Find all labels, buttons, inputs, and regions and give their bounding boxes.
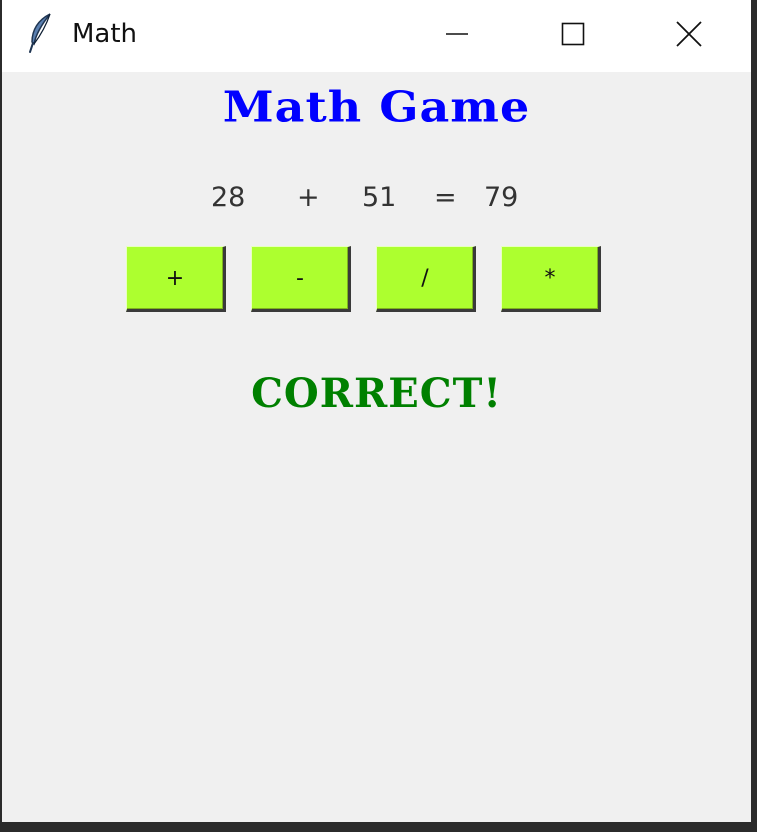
minimize-button[interactable] — [402, 0, 512, 72]
plus-button[interactable]: + — [126, 246, 226, 312]
result-value: 79 — [484, 182, 519, 213]
operator-display: + — [297, 182, 320, 213]
close-button[interactable] — [634, 0, 744, 72]
close-icon — [676, 21, 702, 51]
feather-icon — [26, 12, 56, 54]
multiply-button[interactable]: * — [501, 246, 601, 312]
app-window: Math Math Game 28 + 51 = 79 + - / * CORR… — [2, 0, 752, 822]
window-title: Math — [72, 19, 138, 49]
left-operand: 28 — [211, 182, 246, 213]
game-title: Math Game — [222, 82, 531, 132]
right-operand: 51 — [362, 182, 397, 213]
minus-button[interactable]: - — [251, 246, 351, 312]
equals-sign: = — [434, 182, 457, 213]
title-bar[interactable]: Math — [2, 0, 751, 72]
result-message: CORRECT! — [251, 370, 502, 417]
maximize-button[interactable] — [518, 0, 628, 72]
divide-button[interactable]: / — [376, 246, 476, 312]
minimize-icon — [445, 22, 469, 50]
maximize-icon — [561, 22, 585, 50]
